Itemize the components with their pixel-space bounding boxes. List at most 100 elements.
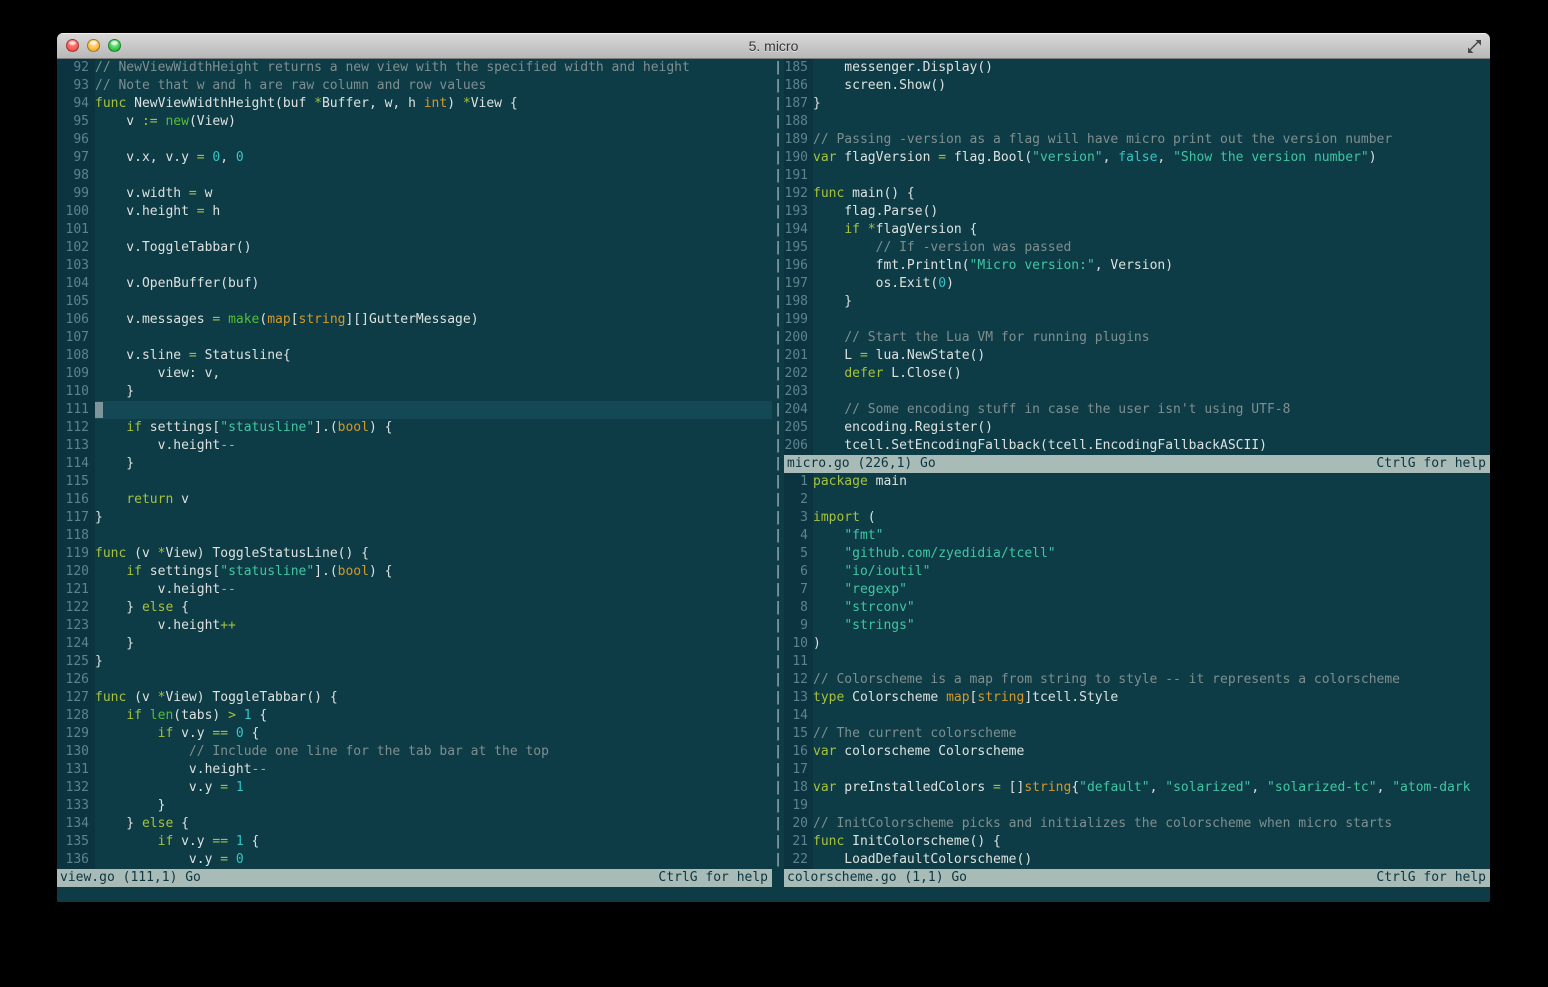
code-line[interactable]: 120 if settings["statusline"].(bool) {: [57, 563, 772, 581]
code-line[interactable]: 189// Passing -version as a flag will ha…: [784, 131, 1490, 149]
code-line[interactable]: 6 "io/ioutil": [784, 563, 1490, 581]
fullscreen-button[interactable]: [1467, 39, 1482, 54]
statusbar-file-info: micro.go (226,1) Go: [787, 456, 936, 471]
code-line[interactable]: 122 } else {: [57, 599, 772, 617]
code-line[interactable]: 132 v.y = 1: [57, 779, 772, 797]
code-line[interactable]: 94 func NewViewWidthHeight(buf *Buffer, w…: [57, 95, 772, 113]
code-line[interactable]: 186 screen.Show(): [784, 77, 1490, 95]
code-line[interactable]: 128 if len(tabs) > 1 {: [57, 707, 772, 725]
code-line[interactable]: 131 v.height--: [57, 761, 772, 779]
code-line[interactable]: 114 }: [57, 455, 772, 473]
code-line[interactable]: 99 v.width = w: [57, 185, 772, 203]
code-line[interactable]: 116 return v: [57, 491, 772, 509]
code-line[interactable]: 110 }: [57, 383, 772, 401]
code-line[interactable]: 133 }: [57, 797, 772, 815]
code-line[interactable]: 108 v.sline = Statusline{: [57, 347, 772, 365]
code-line[interactable]: 185 messenger.Display(): [784, 59, 1490, 77]
code-line[interactable]: 197 os.Exit(0): [784, 275, 1490, 293]
code-line[interactable]: 205 encoding.Register(): [784, 419, 1490, 437]
code-line[interactable]: 190 var flagVersion = flag.Bool("version"…: [784, 149, 1490, 167]
code-line[interactable]: 18 var preInstalledColors = []string{"def…: [784, 779, 1490, 797]
line-number: 7: [784, 581, 813, 599]
code-line[interactable]: 14: [784, 707, 1490, 725]
code-lines-micro-go[interactable]: 185 messenger.Display() 186 screen.Show()…: [784, 59, 1490, 455]
code-line[interactable]: 17: [784, 761, 1490, 779]
code-line[interactable]: 130 // Include one line for the tab bar …: [57, 743, 772, 761]
code-line[interactable]: 196 fmt.Println("Micro version:", Versio…: [784, 257, 1490, 275]
code-line[interactable]: 15// The current colorscheme: [784, 725, 1490, 743]
code-line[interactable]: 107: [57, 329, 772, 347]
code-lines-colorscheme-go[interactable]: 1 package main 2 3 import (4 "fmt" 5 "github.…: [784, 473, 1490, 869]
code-line[interactable]: 118: [57, 527, 772, 545]
code-line[interactable]: 188: [784, 113, 1490, 131]
code-line[interactable]: 2: [784, 491, 1490, 509]
code-line[interactable]: 105: [57, 293, 772, 311]
code-line[interactable]: 95 v := new(View): [57, 113, 772, 131]
code-line[interactable]: 206 tcell.SetEncodingFallback(tcell.Enco…: [784, 437, 1490, 455]
code-line[interactable]: 109 view: v,: [57, 365, 772, 383]
code-token: =: [196, 204, 205, 219]
code-line[interactable]: 93// Note that w and h are raw column an…: [57, 77, 772, 95]
code-line[interactable]: 98: [57, 167, 772, 185]
code-line[interactable]: 134 } else {: [57, 815, 772, 833]
code-line[interactable]: 200 // Start the Lua VM for running plug…: [784, 329, 1490, 347]
code-line[interactable]: 204 // Some encoding stuff in case the u…: [784, 401, 1490, 419]
code-line[interactable]: 103: [57, 257, 772, 275]
code-line[interactable]: 199: [784, 311, 1490, 329]
code-line[interactable]: 104 v.OpenBuffer(buf): [57, 275, 772, 293]
line-number: 114: [57, 455, 95, 473]
code-line[interactable]: 22 LoadDefaultColorscheme(): [784, 851, 1490, 869]
code-line[interactable]: 1 package main: [784, 473, 1490, 491]
title-bar[interactable]: 5. micro: [57, 33, 1490, 59]
code-line[interactable]: 102 v.ToggleTabbar(): [57, 239, 772, 257]
code-line[interactable]: 194 if *flagVersion {: [784, 221, 1490, 239]
code-line[interactable]: 117}: [57, 509, 772, 527]
code-line[interactable]: 135 if v.y == 1 {: [57, 833, 772, 851]
code-line[interactable]: 97 v.x, v.y = 0, 0: [57, 149, 772, 167]
code-line[interactable]: 201 L = lua.NewState(): [784, 347, 1490, 365]
code-line[interactable]: 92// NewViewWidthHeight returns a new vi…: [57, 59, 772, 77]
code-line[interactable]: 96: [57, 131, 772, 149]
code-line[interactable]: 11: [784, 653, 1490, 671]
code-line[interactable]: 129 if v.y == 0 {: [57, 725, 772, 743]
code-line[interactable]: 121 v.height--: [57, 581, 772, 599]
code-line[interactable]: 16 var colorscheme Colorscheme: [784, 743, 1490, 761]
code-line[interactable]: 198 }: [784, 293, 1490, 311]
code-line[interactable]: 21 func InitColorscheme() {: [784, 833, 1490, 851]
code-line[interactable]: 111: [57, 401, 772, 419]
code-line[interactable]: 203: [784, 383, 1490, 401]
code-line[interactable]: 127 func (v *View) ToggleTabbar() {: [57, 689, 772, 707]
line-number: 98: [57, 167, 95, 185]
code-line[interactable]: 7 "regexp": [784, 581, 1490, 599]
code-line[interactable]: 12// Colorscheme is a map from string to…: [784, 671, 1490, 689]
code-line[interactable]: 187}: [784, 95, 1490, 113]
code-line[interactable]: 9 "strings": [784, 617, 1490, 635]
code-line[interactable]: 192 func main() {: [784, 185, 1490, 203]
code-line[interactable]: 125}: [57, 653, 772, 671]
code-line[interactable]: 106 v.messages = make(map[string][]Gutte…: [57, 311, 772, 329]
code-line[interactable]: 195 // If -version was passed: [784, 239, 1490, 257]
code-line[interactable]: 191: [784, 167, 1490, 185]
code-line[interactable]: 101: [57, 221, 772, 239]
code-line[interactable]: 124 }: [57, 635, 772, 653]
code-line[interactable]: 8 "strconv": [784, 599, 1490, 617]
code-line[interactable]: 123 v.height++: [57, 617, 772, 635]
code-line[interactable]: 193 flag.Parse(): [784, 203, 1490, 221]
code-line[interactable]: 13 type Colorscheme map[string]tcell.Styl…: [784, 689, 1490, 707]
code-line[interactable]: 10): [784, 635, 1490, 653]
pane-view-go[interactable]: 92// NewViewWidthHeight returns a new vi…: [57, 59, 772, 902]
code-line[interactable]: 112 if settings["statusline"].(bool) {: [57, 419, 772, 437]
code-line[interactable]: 5 "github.com/zyedidia/tcell": [784, 545, 1490, 563]
code-line[interactable]: 3 import (: [784, 509, 1490, 527]
code-line[interactable]: 19: [784, 797, 1490, 815]
code-line[interactable]: 20// InitColorscheme picks and initializ…: [784, 815, 1490, 833]
code-line[interactable]: 113 v.height--: [57, 437, 772, 455]
code-line[interactable]: 126: [57, 671, 772, 689]
code-line[interactable]: 100 v.height = h: [57, 203, 772, 221]
code-line[interactable]: 119 func (v *View) ToggleStatusLine() {: [57, 545, 772, 563]
code-line[interactable]: 4 "fmt": [784, 527, 1490, 545]
code-line[interactable]: 115: [57, 473, 772, 491]
code-line[interactable]: 136 v.y = 0: [57, 851, 772, 869]
code-line[interactable]: 202 defer L.Close(): [784, 365, 1490, 383]
